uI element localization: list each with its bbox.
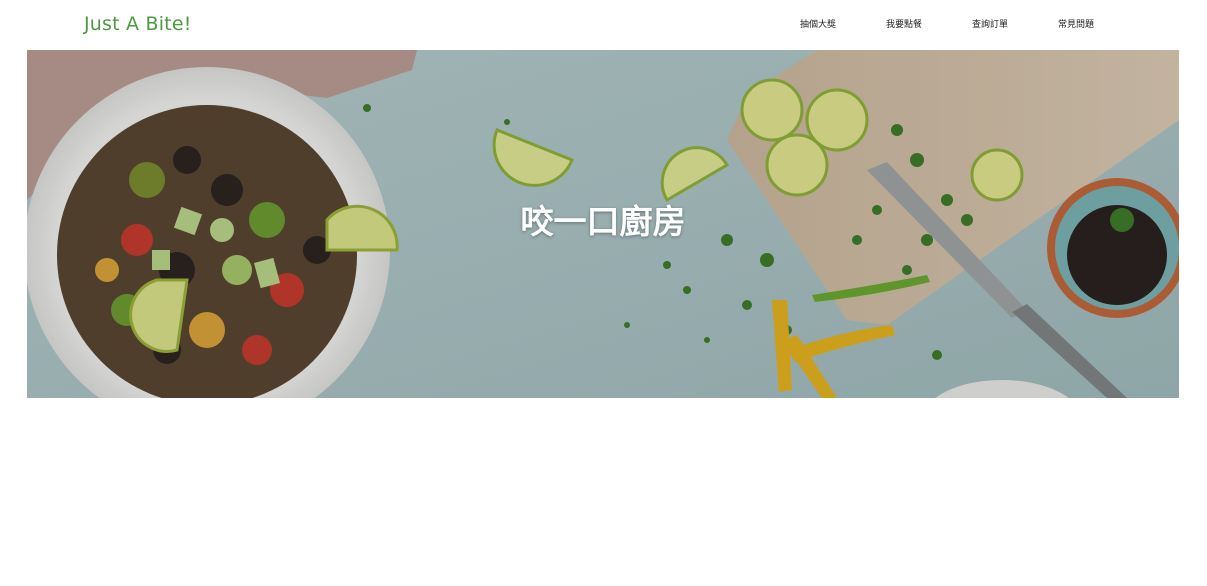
- hero-banner: 咬一口廚房: [27, 50, 1179, 398]
- nav-item-order-lookup[interactable]: 查詢訂單: [972, 17, 1008, 33]
- nav-item-lottery[interactable]: 抽個大獎: [800, 17, 836, 33]
- main-nav: 抽個大獎 我要點餐 查詢訂單 常見問題: [0, 17, 1207, 33]
- nav-item-faq[interactable]: 常見問題: [1058, 17, 1094, 33]
- nav-item-order[interactable]: 我要點餐: [886, 17, 922, 33]
- hero-title: 咬一口廚房: [520, 202, 686, 241]
- site-header: Just A Bite! 抽個大獎 我要點餐 查詢訂單 常見問題: [0, 0, 1207, 50]
